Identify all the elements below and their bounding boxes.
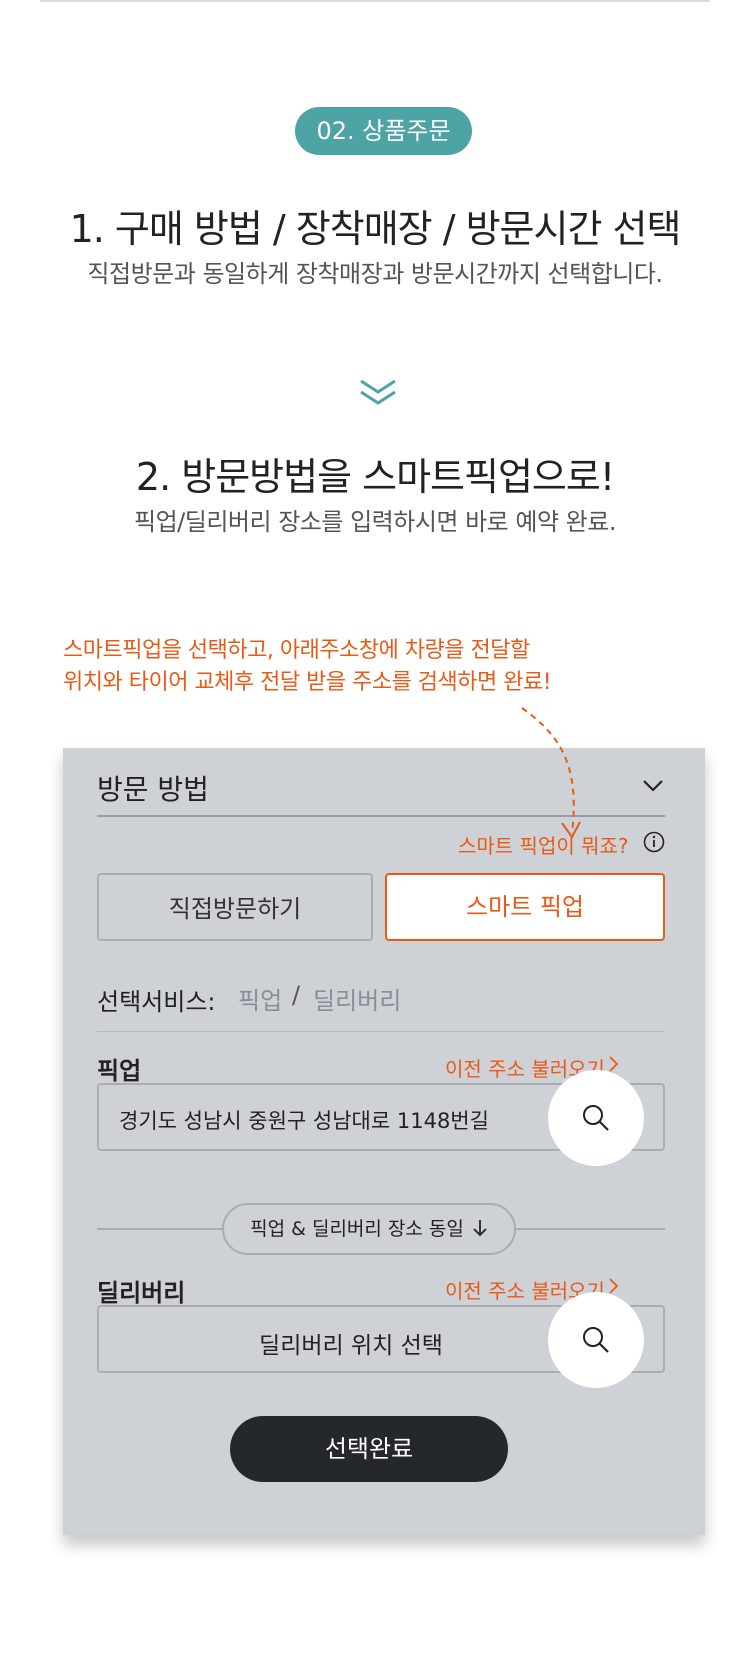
info-icon[interactable] (643, 831, 665, 853)
step2-title: 2. 방문방법을 스마트픽업으로! (135, 455, 615, 499)
note-line-1: 스마트픽업을 선택하고, 아래주소창에 차량을 전달할 (63, 638, 530, 663)
service-option-delivery[interactable]: 딜리버리 (313, 981, 401, 1016)
service-divider (97, 1031, 665, 1032)
pickup-address-value: 경기도 성남시 중원구 성남대로 1148번길 (119, 1109, 489, 1133)
pointer-arrow-icon (521, 707, 581, 839)
instruction-note: 스마트픽업을 선택하고, 아래주소창에 차량을 전달할 위치와 타이어 교체후 … (63, 635, 552, 699)
search-icon (583, 1327, 609, 1353)
chevron-right-icon (609, 1278, 619, 1294)
service-separator: / (292, 981, 301, 1009)
pickup-search-button[interactable] (548, 1070, 644, 1166)
step-badge: 02. 상품주문 (295, 107, 472, 155)
step2-desc: 픽업/딜리버리 장소를 입력하시면 바로 예약 완료. (134, 508, 616, 536)
delivery-title: 딜리버리 (97, 1279, 186, 1307)
service-label: 선택서비스: (97, 988, 216, 1016)
delivery-address-placeholder: 딜리버리 위치 선택 (259, 1333, 443, 1359)
arrow-down-icon (473, 1220, 487, 1237)
pickup-title: 픽업 (97, 1057, 142, 1085)
chevron-down-icon[interactable] (641, 776, 665, 796)
service-option-pickup[interactable]: 픽업 (238, 981, 282, 1016)
same-place-toggle[interactable]: 픽업 & 딜리버리 장소 동일 (222, 1203, 516, 1255)
chevrons-down-icon (360, 379, 396, 405)
direct-visit-button[interactable]: 직접방문하기 (97, 873, 373, 941)
note-line-2: 위치와 타이어 교체후 전달 받을 주소를 검색하면 완료! (63, 670, 552, 695)
delivery-search-button[interactable] (548, 1292, 644, 1388)
search-icon (583, 1105, 609, 1131)
visit-method-title: 방문 방법 (97, 773, 209, 806)
same-place-label: 픽업 & 딜리버리 장소 동일 (250, 1218, 464, 1240)
done-button[interactable]: 선택완료 (230, 1416, 508, 1482)
step1-desc: 직접방문과 동일하게 장착매장과 방문시간까지 선택합니다. (87, 260, 663, 288)
top-divider (40, 0, 710, 2)
step1-title: 1. 구매 방법 / 장착매장 / 방문시간 선택 (69, 207, 682, 251)
chevron-right-icon (609, 1056, 619, 1072)
